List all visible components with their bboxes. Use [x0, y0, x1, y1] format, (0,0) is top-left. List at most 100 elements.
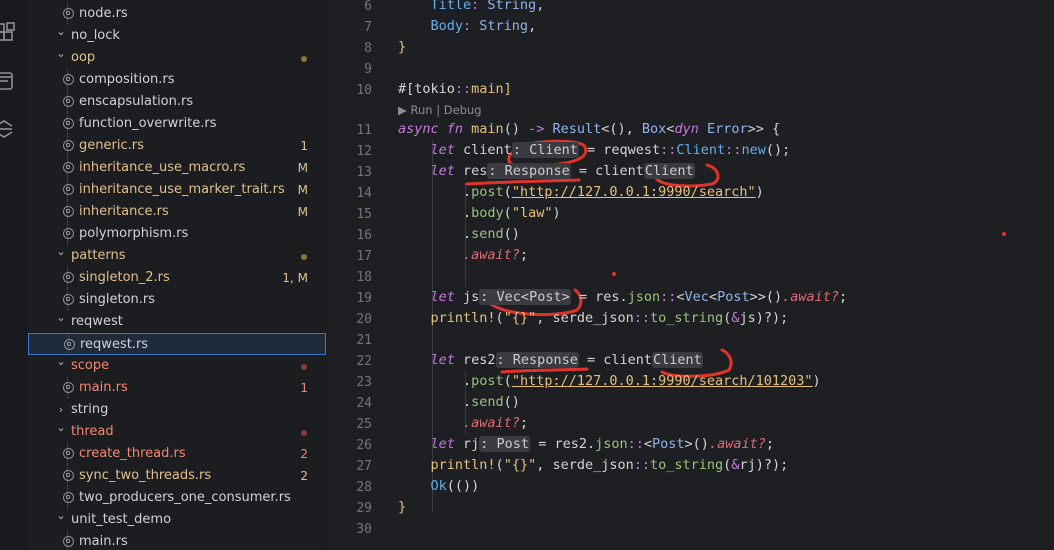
folder-item[interactable]: ⌄ reqwest [28, 311, 326, 333]
code-token: let [430, 352, 455, 368]
code-line[interactable]: } [398, 499, 406, 515]
code-token: Vec [684, 289, 709, 305]
folder-item[interactable]: ⌄ scope [28, 355, 326, 377]
file-item[interactable]: sync_two_threads.rs 2 [28, 465, 326, 487]
file-item[interactable]: node.rs [28, 3, 326, 25]
folder-item[interactable]: › string [28, 399, 326, 421]
folder-item[interactable]: ⌄ no_lock [28, 25, 326, 47]
code-token: :: [454, 81, 472, 97]
code-line[interactable]: let res2: Response = clientClient [398, 352, 703, 368]
code-token: ( [503, 373, 512, 389]
annotation-underline-response2-hint [500, 367, 589, 374]
tree-item-label: inheritance.rs [79, 204, 169, 219]
code-token: = client [578, 352, 652, 368]
file-item[interactable]: enscapsulation.rs [28, 91, 326, 113]
file-item[interactable]: two_producers_one_consumer.rs [28, 487, 326, 509]
chevron-down-icon[interactable]: ⌄ [55, 505, 67, 527]
line-number: 23 [356, 375, 372, 390]
line-number: 28 [356, 480, 372, 495]
folder-item[interactable]: ⌄ oop [28, 47, 326, 69]
code-editor[interactable]: ▶ Run | Debug 6 Title: String, 7 Body: St… [327, 0, 1054, 550]
chevron-down-icon[interactable]: ⌄ [55, 351, 67, 373]
code-line[interactable]: let js: Vec<Post> = res.json::<Vec<Post>… [398, 289, 847, 305]
annotation-dot [612, 272, 616, 276]
code-token: :: [660, 289, 677, 305]
code-token: = res. [570, 289, 628, 305]
chevron-down-icon[interactable]: ⌄ [55, 417, 67, 439]
chevron-down-icon[interactable]: ⌄ [55, 43, 67, 65]
source-control-icon[interactable] [0, 118, 16, 140]
rust-file-icon [63, 184, 74, 195]
code-line[interactable]: .post("http://127.0.0.1:9990/search/1012… [398, 373, 821, 389]
file-item[interactable]: singleton_2.rs 1, M [28, 267, 326, 289]
code-line[interactable]: let res: Response = clientClient [398, 163, 695, 179]
chevron-down-icon[interactable]: ⌄ [55, 21, 67, 43]
code-line[interactable]: Ok(()) [398, 478, 480, 494]
file-item[interactable]: main.rs 1 [28, 377, 326, 399]
inlay-type-hint: : Response [487, 163, 571, 179]
file-item[interactable]: generic.rs 1 [28, 135, 326, 157]
code-line[interactable]: .send() [398, 394, 520, 410]
folder-item[interactable]: ⌄ patterns [28, 245, 326, 267]
code-line[interactable]: .await?; [398, 247, 528, 263]
code-line[interactable]: let rj: Post = res2.json::<Post>().await… [398, 436, 774, 452]
code-token: body [471, 205, 504, 221]
code-line[interactable]: #[tokio::main] [398, 81, 512, 97]
tree-item-label: create_thread.rs [79, 446, 186, 461]
code-token: ( [495, 310, 504, 326]
code-line[interactable]: async fn main() -> Result<(), Box<dyn Er… [398, 121, 780, 137]
code-line[interactable]: .await?; [398, 415, 528, 431]
code-line[interactable]: Title: String, [398, 0, 545, 13]
tree-item-label: scope [71, 358, 110, 373]
code-token: ; [519, 415, 529, 431]
code-line[interactable]: .body("law") [398, 205, 561, 221]
file-item[interactable]: reqwest.rs [28, 333, 326, 356]
file-item[interactable]: composition.rs [28, 69, 326, 91]
codelens-run-debug[interactable]: ▶ Run | Debug [398, 103, 482, 117]
code-line[interactable]: let client: Client = reqwest::Client::ne… [398, 142, 790, 158]
file-item[interactable]: inheritance_use_macro.rs M [28, 157, 326, 179]
code-line[interactable]: .send() [398, 226, 520, 242]
chevron-down-icon[interactable]: ⌄ [55, 241, 67, 263]
folder-item[interactable]: ⌄ unit_test_demo [28, 509, 326, 531]
tree-item-label: patterns [71, 248, 126, 263]
code-line[interactable]: println!("{}", serde_json::to_string(&js… [398, 310, 789, 326]
file-item[interactable]: inheritance.rs M [28, 201, 326, 223]
code-token: Post [717, 289, 750, 305]
rust-file-icon [63, 536, 74, 547]
line-number: 10 [356, 83, 372, 98]
file-item[interactable]: polymorphism.rs [28, 223, 326, 245]
extensions-icon[interactable] [0, 22, 16, 44]
code-token: rj)?); [739, 457, 789, 473]
file-item[interactable]: singleton.rs [28, 289, 326, 311]
rust-file-icon [63, 74, 74, 85]
file-item[interactable]: inheritance_use_marker_trait.rs M [28, 179, 326, 201]
folder-item[interactable]: ⌄ thread [28, 421, 326, 443]
code-token: Box [641, 121, 667, 137]
tree-item-label: inheritance_use_marker_trait.rs [79, 182, 285, 197]
code-token: println! [430, 457, 496, 473]
file-item[interactable]: function_overwrite.rs [28, 113, 326, 135]
tree-item-label: reqwest [71, 314, 123, 329]
git-status-badge: 1, M [282, 271, 308, 285]
rust-file-icon [64, 339, 75, 350]
code-line[interactable]: Body: String, [398, 18, 537, 34]
code-token: rj [454, 436, 480, 452]
code-token: : [471, 0, 488, 13]
code-line[interactable]: println!("{}", serde_json::to_string(&rj… [398, 457, 789, 473]
code-line[interactable]: } [398, 39, 406, 55]
code-token: >() [684, 436, 709, 452]
code-token: Ok [430, 478, 447, 494]
tree-item-label: main.rs [79, 534, 128, 549]
file-item[interactable]: main.rs [28, 531, 326, 550]
rust-file-icon [63, 206, 74, 217]
remote-explorer-icon[interactable] [0, 70, 16, 92]
file-item[interactable]: create_thread.rs 2 [28, 443, 326, 465]
code-token: ( [495, 457, 504, 473]
code-line[interactable]: .post("http://127.0.0.1:9990/search") [398, 184, 764, 200]
rust-file-icon [63, 272, 74, 283]
chevron-down-icon[interactable]: ⌄ [55, 307, 67, 329]
line-number: 25 [356, 417, 372, 432]
